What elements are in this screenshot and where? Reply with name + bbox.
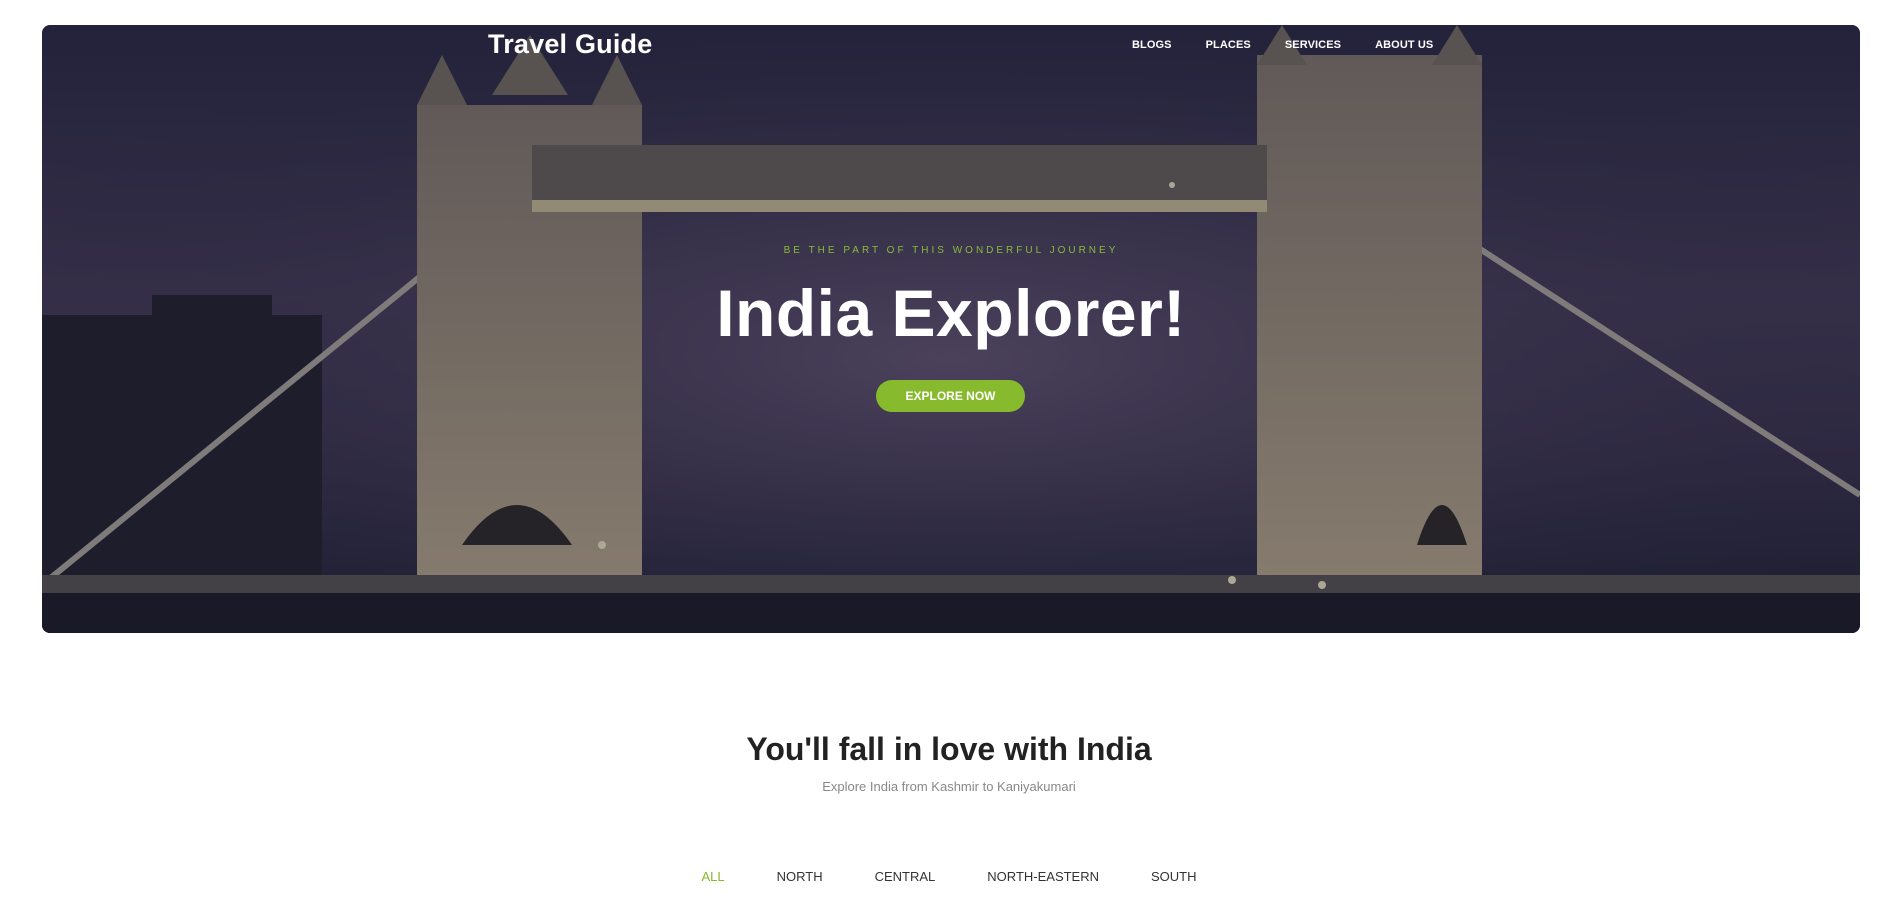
hero-banner: Travel Guide BLOGS PLACES SERVICES ABOUT… (42, 25, 1860, 633)
nav-item-blogs[interactable]: BLOGS (1132, 39, 1172, 51)
explore-now-button[interactable]: EXPLORE NOW (876, 380, 1025, 412)
nav-item-services[interactable]: SERVICES (1285, 39, 1341, 51)
region-filter-tabs: ALL NORTH CENTRAL NORTH-EASTERN SOUTH (0, 869, 1898, 884)
filter-tab-north-eastern[interactable]: NORTH-EASTERN (987, 869, 1099, 884)
hero-eyebrow: BE THE PART OF THIS WONDERFUL JOURNEY (783, 245, 1119, 256)
nav-item-places[interactable]: PLACES (1206, 39, 1251, 51)
main-nav: BLOGS PLACES SERVICES ABOUT US (1132, 39, 1467, 51)
filter-tab-north[interactable]: NORTH (777, 869, 823, 884)
nav-item-about-us[interactable]: ABOUT US (1375, 39, 1433, 51)
filter-tab-all[interactable]: ALL (701, 869, 724, 884)
filter-tab-central[interactable]: CENTRAL (875, 869, 936, 884)
hero-title: India Explorer! (716, 276, 1186, 350)
filter-tab-south[interactable]: SOUTH (1151, 869, 1197, 884)
section-subtitle: Explore India from Kashmir to Kaniyakuma… (822, 779, 1076, 794)
section-title: You'll fall in love with India (746, 731, 1152, 767)
site-logo[interactable]: Travel Guide (488, 29, 652, 60)
